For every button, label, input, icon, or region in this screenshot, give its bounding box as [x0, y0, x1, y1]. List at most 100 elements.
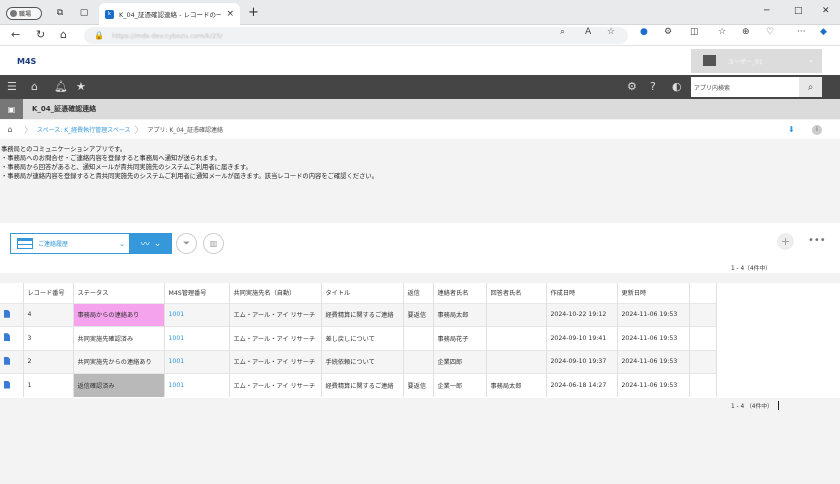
address-bar-row: ← ↻ ⌂ 🔒 https://mds-dev.cybozu.com/k/25/	[0, 25, 840, 46]
collections-icon[interactable]: ⊕	[742, 27, 750, 37]
copilot-icon[interactable]: ◆	[820, 27, 827, 37]
bar-chart-icon[interactable]: ▥	[203, 233, 224, 254]
row-detail-cell[interactable]	[0, 302, 24, 327]
cell-answer	[486, 326, 547, 350]
line-graph-icon: 〰	[140, 240, 150, 250]
shield-icon[interactable]: ♡	[766, 27, 774, 37]
lock-icon: 🔒	[94, 31, 104, 40]
profile-label: 職場	[19, 11, 32, 18]
table-row[interactable]: 2 共同実施先からの連絡あり 1001 エム・アール・アイ リサーチ 手続依頼について 企…	[0, 349, 717, 374]
column-header	[0, 283, 24, 303]
app-title-bar: ▣ K_04_証憑確認連絡	[0, 99, 840, 119]
record-detail-icon[interactable]	[4, 356, 10, 365]
close-window-button[interactable]: ✕	[822, 6, 830, 16]
column-header[interactable]: ステータス	[73, 283, 165, 303]
new-tab-icon[interactable]: +	[248, 5, 259, 20]
cell-contact: 事務局太郎	[433, 302, 487, 327]
chevron-down-icon: ⌄	[808, 56, 814, 64]
cell-m4s[interactable]: 1001	[164, 349, 230, 374]
breadcrumb-space[interactable]: スペース: K_経費執行管理スペース	[37, 125, 130, 134]
cell-m4s[interactable]: 1001	[164, 373, 230, 397]
extension-icon[interactable]: ●	[640, 27, 648, 37]
cell-updated: 2024-11-06 19:53	[617, 302, 690, 327]
app-area: M4S ユーザー_01 ⌄ ☰ ⌂ 🔔︎ ★ ⚙ ? ◐ アプリ内検索 ⌕ ▣ …	[0, 47, 840, 484]
minimize-button[interactable]: ─	[764, 6, 769, 16]
chevron-down-icon: ⌄	[153, 238, 162, 249]
cell-no: 3	[23, 326, 74, 350]
cell-m4s[interactable]: 1001	[164, 302, 230, 327]
record-detail-icon[interactable]	[4, 333, 10, 342]
row-detail-cell[interactable]	[0, 349, 24, 374]
star-icon[interactable]: ★	[76, 80, 86, 93]
cell-reply: 要返信	[403, 373, 434, 397]
row-detail-cell[interactable]	[0, 373, 24, 397]
maximize-button[interactable]: □	[794, 6, 803, 16]
back-icon[interactable]: ←	[11, 28, 20, 41]
bell-icon[interactable]: 🔔︎	[54, 80, 68, 93]
view-selector[interactable]: ご連絡履歴 ⌄	[10, 233, 130, 254]
logo[interactable]: M4S	[17, 57, 36, 66]
footer-area: 1 - 4 （4件中）	[0, 398, 840, 484]
tab-actions-icon[interactable]: ▢	[78, 7, 90, 19]
table-row[interactable]: 4 事務局からの連絡あり 1001 エム・アール・アイ リサーチ 経費精算に関するご連絡…	[0, 302, 717, 327]
read-aloud-icon[interactable]: A	[585, 27, 591, 37]
search-icon[interactable]: ⌕	[799, 77, 822, 97]
zoom-icon[interactable]: ⌕	[560, 27, 565, 37]
browser-tab[interactable]: k K_04_証憑確認連絡 - レコードの一覧 ×	[99, 3, 240, 25]
menu-icon[interactable]: ☰	[7, 80, 17, 93]
column-header[interactable]: 共同実施先名（自動）	[229, 283, 322, 303]
table-row[interactable]: 1 返信確認済み 1001 エム・アール・アイ リサーチ 経費精算に関するご連絡 要返信企…	[0, 373, 717, 397]
app-title: K_04_証憑確認連絡	[32, 105, 97, 113]
home-icon[interactable]: ⌂	[60, 28, 67, 41]
portal-home-icon[interactable]: ⌂	[31, 80, 38, 93]
column-header[interactable]: 作成日時	[546, 283, 618, 303]
row-detail-cell[interactable]	[0, 326, 24, 350]
cell-m4s[interactable]: 1001	[164, 326, 230, 350]
cell-title: 経費精算に関するご連絡	[321, 302, 404, 327]
record-detail-icon[interactable]	[4, 380, 10, 389]
profile-button[interactable]: 職場	[6, 7, 42, 20]
graph-button[interactable]: 〰 ⌄	[130, 233, 172, 254]
help-icon[interactable]: ?	[650, 80, 656, 93]
app-menu-icon[interactable]: ◐	[672, 80, 682, 93]
cell-reply: 要返信	[403, 302, 434, 327]
column-header[interactable]: 連絡者氏名	[433, 283, 487, 303]
breadcrumb-app[interactable]: アプリ: K_04_証憑確認連絡	[147, 125, 223, 134]
user-menu[interactable]: ユーザー_01 ⌄	[691, 49, 822, 73]
browser-tab-bar: 職場 ⧉ ▢ k K_04_証憑確認連絡 - レコードの一覧 × + ─ □ ✕	[0, 0, 840, 25]
column-header[interactable]: タイトル	[321, 283, 404, 303]
favorite-star-icon[interactable]: ☆	[607, 27, 615, 37]
refresh-icon[interactable]: ↻	[36, 28, 45, 41]
column-header[interactable]: 更新日時	[617, 283, 690, 303]
info-icon[interactable]: i	[812, 124, 822, 135]
column-header[interactable]: M4S管理番号	[164, 283, 230, 303]
favorites-icon[interactable]: ☆	[718, 27, 726, 37]
app-search-input[interactable]: アプリ内検索	[691, 77, 799, 97]
breadcrumb-home-icon[interactable]: ⌂	[0, 125, 20, 134]
column-header[interactable]: レコード番号	[23, 283, 74, 303]
close-tab-icon[interactable]: ×	[226, 9, 234, 19]
gear-icon[interactable]: ⚙	[627, 80, 637, 93]
filter-icon[interactable]: ⏷	[176, 233, 197, 254]
split-screen-icon[interactable]: ◫	[690, 27, 699, 37]
row-action-cell	[689, 326, 717, 350]
user-name: ユーザー_01	[728, 59, 763, 66]
add-record-button[interactable]: +	[777, 233, 794, 250]
url-field[interactable]: 🔒 https://mds-dev.cybozu.com/k/25/	[84, 27, 628, 44]
cell-contact: 事務局花子	[433, 326, 487, 350]
cell-reply	[403, 326, 434, 350]
column-header[interactable]: 返信	[403, 283, 434, 303]
more-options-icon[interactable]: •••	[808, 235, 826, 246]
cell-title: 経費精算に関するご連絡	[321, 373, 404, 397]
row-action-cell	[689, 302, 717, 327]
column-header[interactable]: 回答者氏名	[486, 283, 547, 303]
description-line: ・事務局が連絡内容を登録すると貴共同実施先のシステムご利用者に通知メールが届きま…	[1, 173, 378, 180]
table-row[interactable]: 3 共同実施先確認済み 1001 エム・アール・アイ リサーチ 差し戻しについて 事務局花…	[0, 326, 717, 350]
extension-puzzle-icon[interactable]: ⚙	[664, 27, 672, 37]
more-menu-icon[interactable]: ···	[797, 27, 806, 37]
cell-created: 2024-06-18 14:27	[546, 373, 618, 397]
record-detail-icon[interactable]	[4, 309, 10, 318]
workspaces-icon[interactable]: ⧉	[54, 7, 66, 19]
cell-partner: エム・アール・アイ リサーチ	[229, 326, 322, 350]
pin-icon[interactable]: ⬇	[788, 125, 795, 134]
